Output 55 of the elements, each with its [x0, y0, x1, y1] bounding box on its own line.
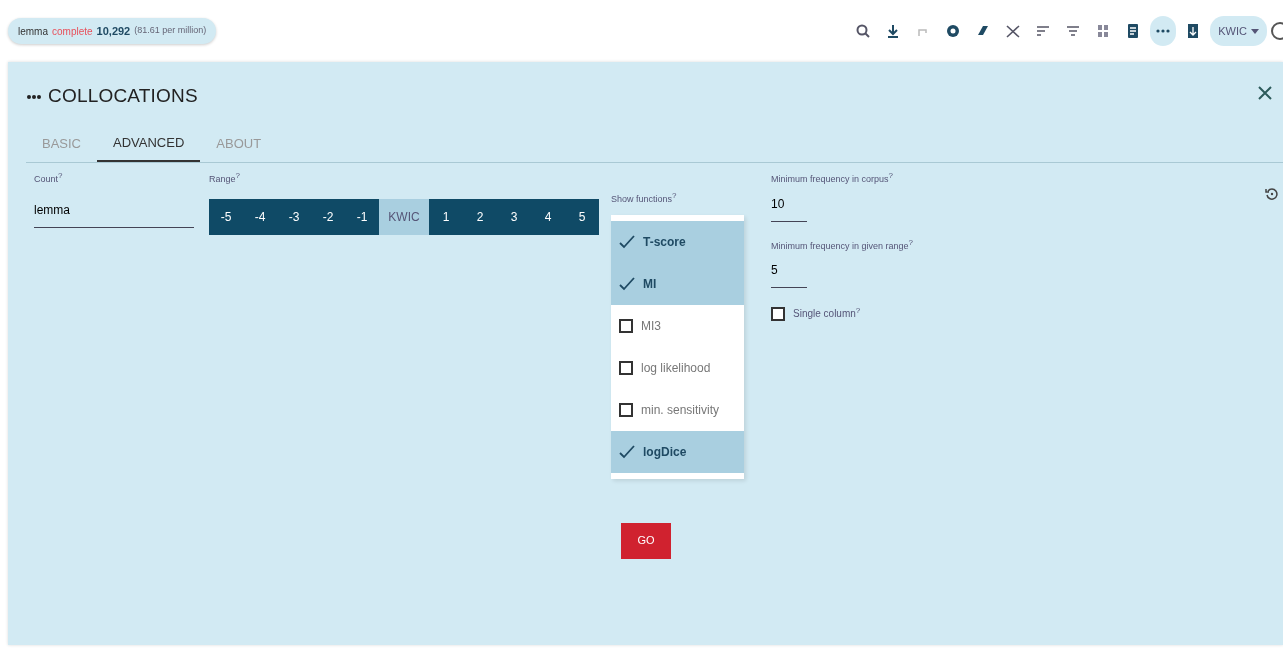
functions-label: Show functions$^{?}$ [611, 193, 678, 206]
range-cell[interactable]: 4 [531, 198, 565, 235]
function-option[interactable]: log likelihood [611, 346, 744, 389]
option-label: logDice [643, 443, 687, 461]
view-dropdown[interactable]: KWIC [1210, 16, 1267, 46]
count-text: 10,292 [96, 23, 131, 39]
close-icon [1257, 85, 1273, 102]
function-option[interactable]: MI3 [611, 304, 744, 347]
range-cell[interactable]: 5 [565, 198, 599, 235]
range-cell[interactable]: 2 [463, 198, 497, 235]
range-cell[interactable]: -5 [209, 198, 243, 235]
min-frequency-range-field[interactable]: 5 [771, 253, 807, 288]
option-label: MI3 [641, 317, 661, 335]
range-cell[interactable]: -4 [243, 198, 277, 235]
count-label: Count$^{?}$ [34, 173, 64, 186]
range-cell[interactable]: KWIC [379, 198, 429, 235]
range-cell[interactable]: -3 [277, 198, 311, 235]
min-frequency-corpus-label: Minimum frequency in corpus$^{?}$ [771, 173, 894, 186]
min-frequency-range-label: Minimum frequency in given range$^{?}$ [771, 239, 914, 253]
function-option[interactable]: T-score [611, 220, 744, 263]
single-column-checkbox[interactable] [771, 306, 785, 321]
range-cell[interactable]: 1 [429, 198, 463, 235]
check-icon [619, 234, 635, 249]
function-option[interactable]: MI [611, 262, 744, 305]
range-cell[interactable]: 3 [497, 198, 531, 235]
range-cell[interactable]: -2 [311, 198, 345, 235]
tab[interactable]: ADVANCED [97, 124, 201, 162]
target-icon [945, 23, 962, 39]
dots-icon [26, 94, 42, 100]
count-field[interactable]: lemma [34, 192, 194, 228]
option-label: min. sensitivity [641, 401, 720, 419]
status-text: complete [52, 24, 93, 39]
function-option[interactable]: logDice [611, 430, 744, 473]
panel-title-text: COLLOCATIONS [48, 85, 198, 106]
relative-frequency-text: (81.61 per million) [134, 24, 207, 38]
go-button[interactable]: GO [621, 522, 671, 559]
single-column-label: Single column$^{?}$ [793, 306, 861, 321]
min-frequency-corpus-field[interactable]: 10 [771, 186, 807, 222]
check-icon [619, 276, 635, 291]
reset-icon[interactable] [1265, 187, 1279, 201]
option-label: T-score [643, 233, 686, 251]
sort-icon [1035, 23, 1052, 39]
check-icon [619, 444, 635, 459]
range-label: Range$^{?}$ [209, 173, 241, 186]
checkbox-icon [619, 318, 633, 333]
option-label: log likelihood [641, 359, 711, 377]
function-option[interactable]: min. sensitivity [611, 388, 744, 431]
search-icon [855, 23, 872, 39]
attribute-text: lemma [18, 24, 48, 39]
caret-icon [1251, 28, 1259, 35]
filter-icon [1065, 23, 1082, 39]
option-label: MI [643, 275, 657, 293]
checkbox-icon [619, 402, 633, 417]
checkbox-icon [619, 360, 633, 375]
range-cell[interactable]: -1 [345, 198, 379, 235]
